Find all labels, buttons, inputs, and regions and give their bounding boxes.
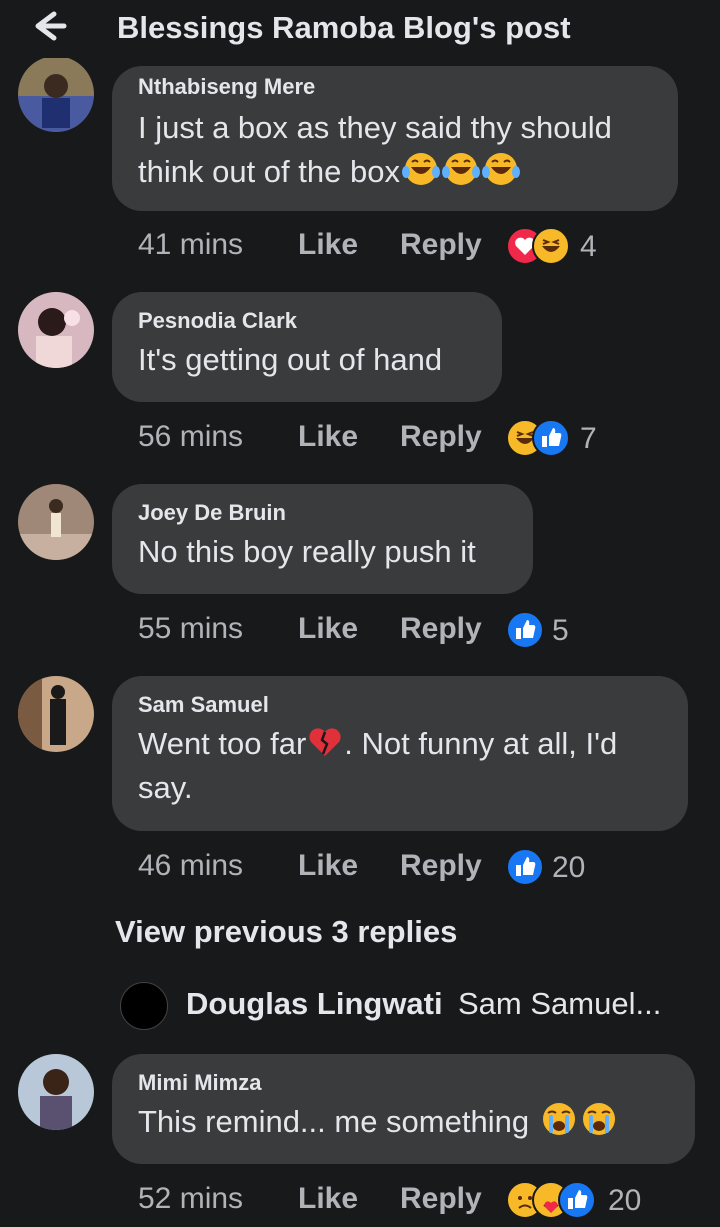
like-reaction-icon	[506, 848, 544, 886]
comment-text-part: Went too far	[138, 726, 307, 761]
back-button[interactable]	[24, 6, 74, 46]
comment-time: 41 mins	[138, 228, 244, 261]
comment-text: No this boy really push it	[138, 534, 476, 569]
comment-time: 56 mins	[138, 420, 244, 453]
view-previous-replies-link[interactable]: View previous 3 replies	[115, 914, 457, 950]
comment-text-content: I just a box as they said thy should thi…	[138, 110, 612, 189]
comment-bubble[interactable]: Nthabiseng Mere I just a box as they sai…	[112, 66, 678, 211]
comment-bubble[interactable]: Joey De Bruin No this boy really push it	[112, 484, 533, 594]
reaction-count: 20	[552, 851, 586, 884]
comment-text: I just a box as they said thy should thi…	[138, 106, 652, 194]
reaction-count: 7	[580, 422, 597, 455]
comment-text: Went too far. Not funny at all, I'd say.	[138, 722, 662, 810]
laughing-tears-emoji-icon	[481, 153, 520, 185]
broken-heart-emoji-icon	[309, 728, 341, 756]
reply-text-preview: Sam Samuel...	[458, 986, 662, 1021]
avatar[interactable]	[18, 56, 94, 132]
like-reaction-icon	[506, 611, 544, 649]
top-bar: Blessings Ramoba Blog's post	[0, 0, 720, 58]
comment-bubble[interactable]: Mimi Mimza This remind... me something	[112, 1054, 695, 1164]
comment-time: 52 mins	[138, 1182, 244, 1215]
comment-text: This remind... me something	[138, 1100, 669, 1144]
comment-bubble[interactable]: Pesnodia Clark It's getting out of hand	[112, 292, 502, 402]
avatar[interactable]	[18, 676, 94, 752]
laughing-tears-emoji-icon	[401, 153, 440, 185]
comment-text-content: This remind... me something	[138, 1104, 530, 1139]
like-reaction-icon	[532, 419, 570, 457]
like-button[interactable]: Like	[298, 846, 358, 886]
avatar[interactable]	[120, 982, 168, 1030]
reaction-count: 4	[580, 230, 597, 263]
reply-button[interactable]: Reply	[400, 846, 482, 886]
reply-button[interactable]: Reply	[400, 417, 482, 457]
laughing-tears-emoji-icon	[441, 153, 480, 185]
like-button[interactable]: Like	[298, 1179, 358, 1219]
avatar[interactable]	[18, 1054, 94, 1130]
like-button[interactable]: Like	[298, 225, 358, 265]
reply-button[interactable]: Reply	[400, 225, 482, 265]
reply-button[interactable]: Reply	[400, 1179, 482, 1219]
page-title: Blessings Ramoba Blog's post	[117, 10, 571, 45]
avatar[interactable]	[18, 484, 94, 560]
reply-preview[interactable]: Douglas Lingwati Sam Samuel...	[120, 982, 720, 1030]
like-reaction-icon	[558, 1181, 596, 1219]
comment-author[interactable]: Pesnodia Clark	[138, 308, 476, 334]
comment-author[interactable]: Mimi Mimza	[138, 1070, 669, 1096]
comment-author[interactable]: Sam Samuel	[138, 692, 662, 718]
arrow-left-icon	[35, 11, 67, 41]
haha-reaction-icon	[532, 227, 570, 265]
comment-time: 55 mins	[138, 612, 244, 645]
reply-author[interactable]: Douglas Lingwati	[186, 986, 443, 1022]
comment-author[interactable]: Nthabiseng Mere	[138, 74, 652, 100]
like-button[interactable]: Like	[298, 417, 358, 457]
reaction-count: 5	[552, 614, 569, 647]
comment-time: 46 mins	[138, 849, 244, 882]
crying-emoji-icon	[542, 1103, 575, 1135]
reply-button[interactable]: Reply	[400, 609, 482, 649]
comment-author[interactable]: Joey De Bruin	[138, 500, 507, 526]
avatar[interactable]	[18, 292, 94, 368]
comment-text: It's getting out of hand	[138, 342, 443, 377]
comment-bubble[interactable]: Sam Samuel Went too far. Not funny at al…	[112, 676, 688, 831]
reaction-count: 20	[608, 1184, 642, 1217]
crying-emoji-icon	[582, 1103, 615, 1135]
like-button[interactable]: Like	[298, 609, 358, 649]
